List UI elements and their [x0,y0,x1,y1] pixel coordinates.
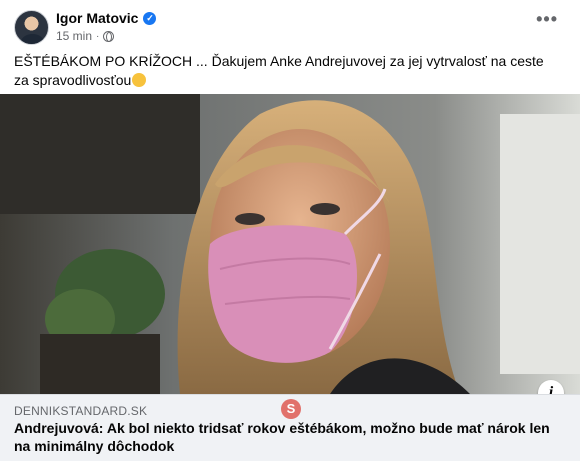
post-author: Igor Matovic ✓ [56,10,157,26]
post-timestamp[interactable]: 15 min [56,29,92,43]
clapping-emoji-icon [132,73,147,87]
link-title[interactable]: Andrejuvová: Ak bol niekto tridsať rokov… [14,419,554,455]
post-text-body: EŠTÉBÁKOM PO KRÍŽOCH ... Ďakujem Anke An… [14,53,544,88]
post-text: EŠTÉBÁKOM PO KRÍŽOCH ... Ďakujem Anke An… [14,52,544,90]
post-image[interactable]: i [0,94,580,394]
facebook-post: Igor Matovic ✓ 15 min · ••• EŠTÉBÁKOM PO… [0,0,580,461]
meta-separator: · [96,30,100,42]
publisher-watermark: S [281,399,301,419]
link-domain: DENNIKSTANDARD.SK [14,404,148,418]
verified-badge-icon: ✓ [143,11,157,25]
author-name[interactable]: Igor Matovic [56,10,138,26]
post-meta: 15 min · [56,29,115,43]
link-preview[interactable]: DENNIKSTANDARD.SK S Andrejuvová: Ak bol … [0,394,580,461]
post-image-illustration [0,94,580,394]
globe-icon[interactable] [103,30,115,42]
author-avatar[interactable] [14,10,49,45]
more-options-icon[interactable]: ••• [536,10,558,28]
